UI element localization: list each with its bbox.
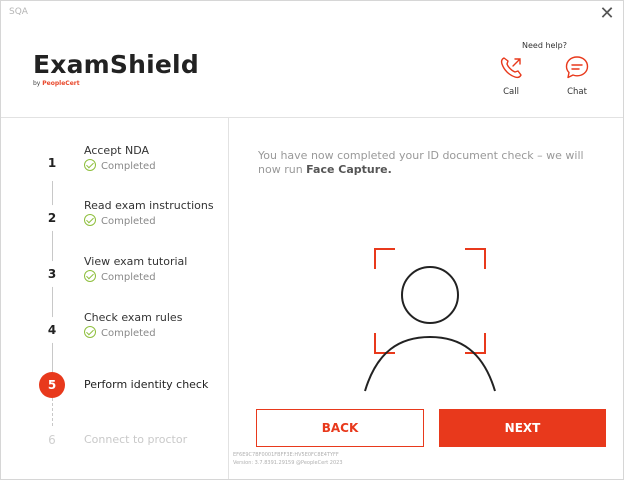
phone-icon <box>500 57 522 79</box>
step-status-text: Completed <box>101 272 156 283</box>
need-help-label: Need help? <box>522 41 567 50</box>
check-circle-icon <box>84 326 96 338</box>
chat-bubble-icon <box>565 56 589 79</box>
sidebar-divider <box>228 118 229 479</box>
examshield-logo: ExamShield by PeopleCert <box>33 50 199 88</box>
step-status-text: Completed <box>101 328 156 339</box>
version-info: EF6E9C7BF0001FBFF3E:HV5E0FC8E4TYFF Versi… <box>233 451 343 467</box>
call-button[interactable]: Call <box>491 55 531 97</box>
check-circle-icon <box>84 270 96 282</box>
step-status: Completed <box>84 270 156 283</box>
step-status: Completed <box>84 159 156 172</box>
step-label: Check exam rules <box>84 311 183 324</box>
step-number: 2 <box>39 205 65 231</box>
logo-subtitle: by PeopleCert <box>33 80 199 87</box>
step-number-active: 5 <box>39 372 65 398</box>
back-button[interactable]: BACK <box>256 409 424 447</box>
check-circle-icon <box>84 159 96 171</box>
step-status-text: Completed <box>101 161 156 172</box>
step-status: Completed <box>84 326 156 339</box>
message-bold: Face Capture. <box>306 163 392 176</box>
logo-sub-brand: PeopleCert <box>42 80 80 87</box>
chat-button[interactable]: Chat <box>557 55 597 97</box>
close-icon[interactable]: ✕ <box>595 3 619 27</box>
instruction-message: You have now completed your ID document … <box>258 149 603 177</box>
step-label: View exam tutorial <box>84 255 188 268</box>
header: ExamShield by PeopleCert Need help? Call… <box>1 29 623 117</box>
step-label: Read exam instructions <box>84 199 214 212</box>
logo-text: ExamShield <box>33 50 199 79</box>
window-title: SQA <box>9 7 28 17</box>
step-number-pending: 6 <box>39 427 65 453</box>
logo-sub-prefix: by <box>33 80 41 87</box>
step-status-text: Completed <box>101 216 156 227</box>
version-text: Version: 3.7.8391.29159 @PeopleCert 2023 <box>233 460 343 466</box>
steps-sidebar: 1 Accept NDA Completed 2 Read exam instr… <box>1 118 228 479</box>
step-label: Connect to proctor <box>84 433 188 446</box>
chat-label: Chat <box>567 87 587 97</box>
call-label: Call <box>503 87 519 97</box>
step-number: 1 <box>39 150 65 176</box>
step-number: 4 <box>39 317 65 343</box>
step-number: 3 <box>39 261 65 287</box>
app-window: SQA ✕ ExamShield by PeopleCert Need help… <box>0 0 624 480</box>
step-status: Completed <box>84 214 156 227</box>
step-label: Accept NDA <box>84 144 150 157</box>
build-hash: EF6E9C7BF0001FBFF3E:HV5E0FC8E4TYFF <box>233 452 339 458</box>
next-button[interactable]: NEXT <box>439 409 606 447</box>
step-label: Perform identity check <box>84 378 209 391</box>
title-bar: SQA ✕ <box>1 1 623 29</box>
face-frame-icon <box>364 248 496 392</box>
check-circle-icon <box>84 214 96 226</box>
face-capture-illustration <box>355 241 505 405</box>
